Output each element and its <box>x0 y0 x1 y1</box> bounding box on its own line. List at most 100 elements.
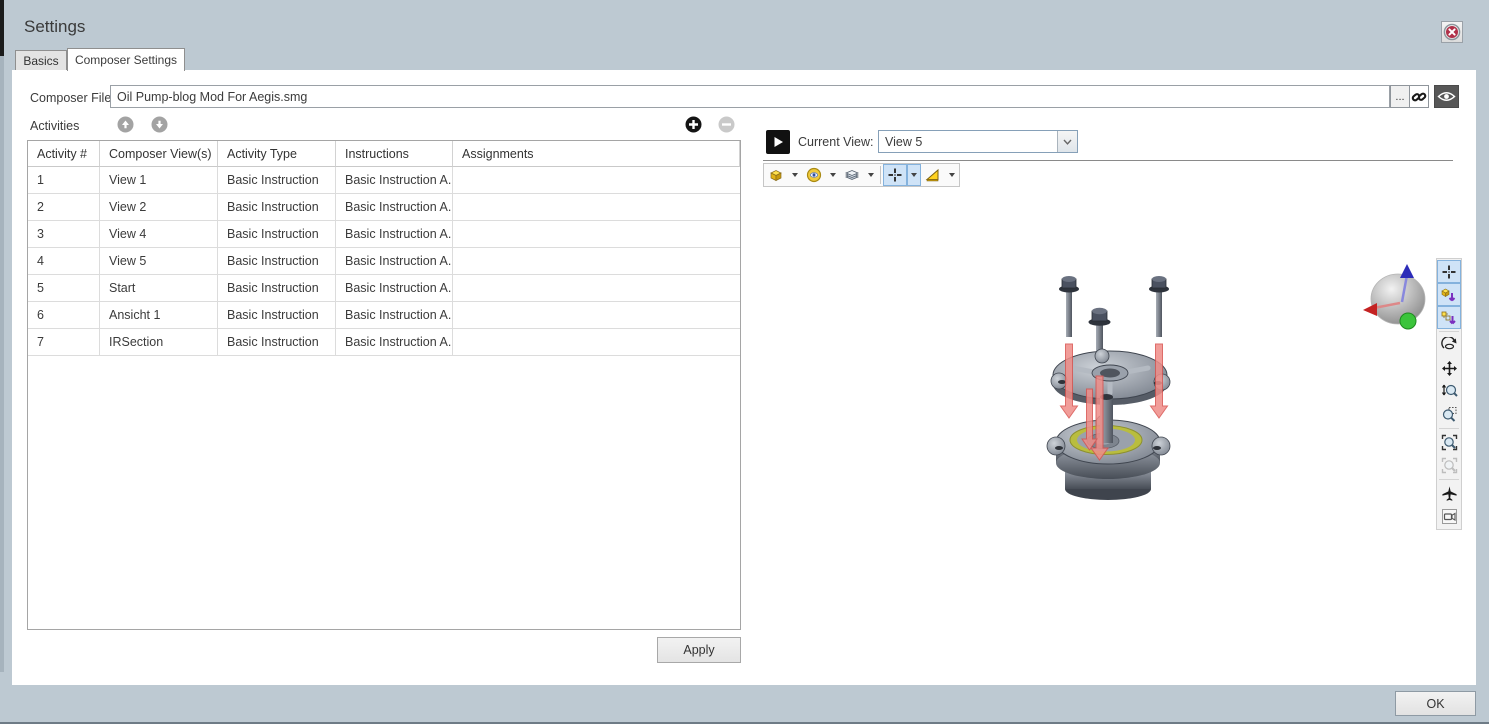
table-cell[interactable]: 1 <box>28 167 100 194</box>
composer-file-input[interactable] <box>110 85 1390 108</box>
table-cell[interactable]: Basic Instruction <box>218 221 336 248</box>
table-cell[interactable]: View 2 <box>100 194 218 221</box>
zoom-fit-button[interactable] <box>1437 431 1461 454</box>
filter-dropdown[interactable] <box>945 164 959 186</box>
table-cell[interactable]: View 1 <box>100 167 218 194</box>
table-cell[interactable]: View 4 <box>100 221 218 248</box>
visibility-eye-icon <box>806 167 822 183</box>
oil-pump-exploded-model[interactable] <box>1042 256 1202 508</box>
table-cell[interactable]: Basic Instruction A... <box>336 194 453 221</box>
table-cell[interactable] <box>453 167 740 194</box>
table-cell[interactable]: 4 <box>28 248 100 275</box>
visibility-button[interactable] <box>802 164 826 186</box>
render-mode-dropdown[interactable] <box>788 164 802 186</box>
column-header[interactable]: Instructions <box>336 141 453 167</box>
table-cell[interactable]: 7 <box>28 329 100 356</box>
move-activity-up-button[interactable] <box>117 116 134 133</box>
table-cell[interactable] <box>453 221 740 248</box>
tab-composer-settings[interactable]: Composer Settings <box>67 48 185 71</box>
zoom-button[interactable] <box>1437 380 1461 403</box>
column-header[interactable]: Assignments <box>453 141 740 167</box>
zoom-selection-button[interactable] <box>1437 454 1461 477</box>
table-cell[interactable] <box>453 275 740 302</box>
table-cell[interactable]: Basic Instruction <box>218 302 336 329</box>
table-row[interactable]: 3View 4Basic InstructionBasic Instructio… <box>28 221 740 248</box>
current-view-select[interactable]: View 5 <box>878 130 1078 153</box>
tab-basics-label: Basics <box>23 54 58 68</box>
preview-eye-button[interactable] <box>1434 85 1459 108</box>
visibility-dropdown[interactable] <box>826 164 840 186</box>
table-cell[interactable]: Start <box>100 275 218 302</box>
fly-through-button[interactable] <box>1437 482 1461 505</box>
column-header[interactable]: Composer View(s) <box>100 141 218 167</box>
crosshair-select-button[interactable] <box>1437 260 1461 283</box>
table-row[interactable]: 1View 1Basic InstructionBasic Instructio… <box>28 167 740 194</box>
dropdown-button[interactable] <box>1057 131 1077 152</box>
column-header[interactable]: Activity # <box>28 141 100 167</box>
table-cell[interactable] <box>453 194 740 221</box>
apply-button[interactable]: Apply <box>657 637 741 663</box>
table-cell[interactable]: Basic Instruction <box>218 248 336 275</box>
close-button[interactable] <box>1441 21 1463 43</box>
table-cell[interactable]: View 5 <box>100 248 218 275</box>
table-row[interactable]: 4View 5Basic InstructionBasic Instructio… <box>28 248 740 275</box>
table-cell[interactable]: Basic Instruction A... <box>336 302 453 329</box>
table-cell[interactable]: Basic Instruction A... <box>336 221 453 248</box>
activities-table[interactable]: Activity #Composer View(s)Activity TypeI… <box>27 140 741 630</box>
move-mode-dropdown[interactable] <box>907 164 921 186</box>
table-cell[interactable]: 5 <box>28 275 100 302</box>
table-cell[interactable]: Basic Instruction A... <box>336 167 453 194</box>
layers-button[interactable] <box>840 164 864 186</box>
plus-circle-icon <box>685 116 702 133</box>
table-cell[interactable]: Basic Instruction A... <box>336 248 453 275</box>
link-button[interactable] <box>1409 85 1429 108</box>
camera-view-button[interactable] <box>1437 505 1461 528</box>
filter-button[interactable] <box>921 164 945 186</box>
table-cell[interactable]: 3 <box>28 221 100 248</box>
table-cell[interactable]: Ansicht 1 <box>100 302 218 329</box>
table-row[interactable]: 7IRSectionBasic InstructionBasic Instruc… <box>28 329 740 356</box>
viewer-side-toolbar <box>1436 258 1462 530</box>
orbit-icon <box>1441 337 1458 354</box>
table-cell[interactable]: 2 <box>28 194 100 221</box>
ok-button[interactable]: OK <box>1395 691 1476 716</box>
remove-activity-button[interactable] <box>718 116 735 133</box>
table-row[interactable]: 2View 2Basic InstructionBasic Instructio… <box>28 194 740 221</box>
zoom-window-button[interactable] <box>1437 403 1461 426</box>
table-cell[interactable] <box>453 248 740 275</box>
pan-button[interactable] <box>1437 357 1461 380</box>
table-cell[interactable]: Basic Instruction A... <box>336 329 453 356</box>
select-instance-button[interactable] <box>1437 283 1461 306</box>
settings-dialog: Settings Basics Composer Settings Compos… <box>0 0 1489 724</box>
table-cell[interactable]: Basic Instruction <box>218 167 336 194</box>
table-cell[interactable]: IRSection <box>100 329 218 356</box>
ellipsis-icon: ... <box>1395 91 1404 103</box>
browse-button[interactable]: ... <box>1390 85 1410 108</box>
table-row[interactable]: 6Ansicht 1Basic InstructionBasic Instruc… <box>28 302 740 329</box>
navigation-sphere[interactable] <box>1362 262 1432 334</box>
caret-down-icon <box>830 173 836 177</box>
table-cell[interactable]: 6 <box>28 302 100 329</box>
layers-dropdown[interactable] <box>864 164 878 186</box>
tab-basics[interactable]: Basics <box>15 50 67 71</box>
table-cell[interactable] <box>453 302 740 329</box>
move-mode-button[interactable] <box>883 164 907 186</box>
table-cell[interactable]: Basic Instruction <box>218 329 336 356</box>
bolt-left <box>1059 276 1079 337</box>
column-header[interactable]: Activity Type <box>218 141 336 167</box>
table-cell[interactable]: Basic Instruction A... <box>336 275 453 302</box>
table-cell[interactable]: Basic Instruction <box>218 275 336 302</box>
filter-wedge-icon <box>925 167 941 183</box>
table-cell[interactable]: Basic Instruction <box>218 194 336 221</box>
table-cell[interactable] <box>453 329 740 356</box>
table-row[interactable]: 5StartBasic InstructionBasic Instruction… <box>28 275 740 302</box>
move-activity-down-button[interactable] <box>151 116 168 133</box>
add-activity-button[interactable] <box>685 116 702 133</box>
select-geometry-icon <box>1441 310 1457 326</box>
play-button[interactable] <box>766 130 790 154</box>
render-mode-button[interactable] <box>764 164 788 186</box>
chevron-down-icon <box>1063 139 1072 145</box>
select-geometry-button[interactable] <box>1437 306 1461 329</box>
caret-down-icon <box>949 173 955 177</box>
orbit-button[interactable] <box>1437 334 1461 357</box>
